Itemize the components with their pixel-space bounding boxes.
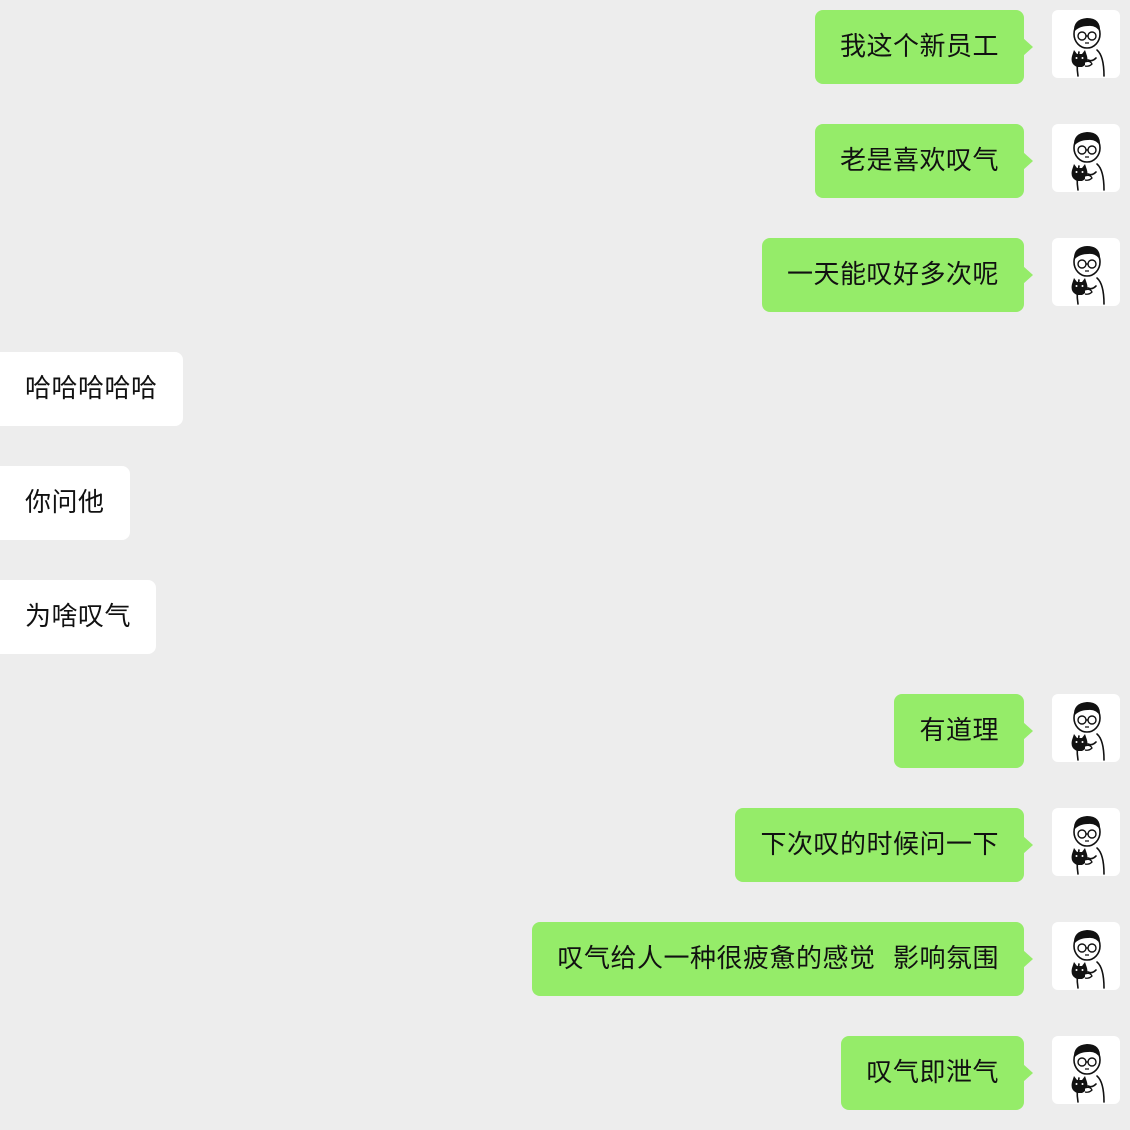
avatar-icon[interactable] — [1052, 1036, 1120, 1104]
avatar-icon[interactable] — [1052, 10, 1120, 78]
message-row-outgoing: 叹气即泄气 — [0, 1036, 1130, 1110]
message-bubble-outgoing[interactable]: 叹气即泄气 — [841, 1036, 1033, 1110]
message-bubble-incoming[interactable]: 你问他 — [0, 466, 130, 540]
avatar-icon[interactable] — [1052, 124, 1120, 192]
message-row-incoming: 为啥叹气 — [0, 580, 1130, 654]
message-row-outgoing: 一天能叹好多次呢 — [0, 238, 1130, 312]
message-bubble-outgoing[interactable]: 叹气给人一种很疲惫的感觉 影响氛围 — [532, 922, 1033, 996]
avatar-icon[interactable] — [1052, 238, 1120, 306]
message-bubble-outgoing[interactable]: 老是喜欢叹气 — [814, 124, 1034, 198]
message-row-outgoing: 有道理 — [0, 694, 1130, 768]
avatar-icon[interactable] — [1052, 808, 1120, 876]
avatar-icon[interactable] — [1052, 922, 1120, 990]
message-bubble-incoming[interactable]: 哈哈哈哈哈 — [0, 352, 183, 426]
message-row-outgoing: 叹气给人一种很疲惫的感觉 影响氛围 — [0, 922, 1130, 996]
message-row-incoming: 哈哈哈哈哈 — [0, 352, 1130, 426]
message-bubble-outgoing[interactable]: 一天能叹好多次呢 — [761, 238, 1034, 312]
message-bubble-outgoing[interactable]: 下次叹的时候问一下 — [735, 808, 1033, 882]
message-row-outgoing: 下次叹的时候问一下 — [0, 808, 1130, 882]
message-row-outgoing: 老是喜欢叹气 — [0, 124, 1130, 198]
avatar-icon[interactable] — [1052, 694, 1120, 762]
message-row-outgoing: 我这个新员工 — [0, 10, 1130, 84]
chat-message-list[interactable]: 我这个新员工 老是喜欢叹气 一天能叹好多次呢 哈哈哈哈哈 你问他 为啥叹气 有道… — [0, 0, 1130, 1130]
message-bubble-outgoing[interactable]: 有道理 — [894, 694, 1033, 768]
message-bubble-incoming[interactable]: 为啥叹气 — [0, 580, 157, 654]
message-row-incoming: 你问他 — [0, 466, 1130, 540]
message-bubble-outgoing[interactable]: 我这个新员工 — [814, 10, 1034, 84]
